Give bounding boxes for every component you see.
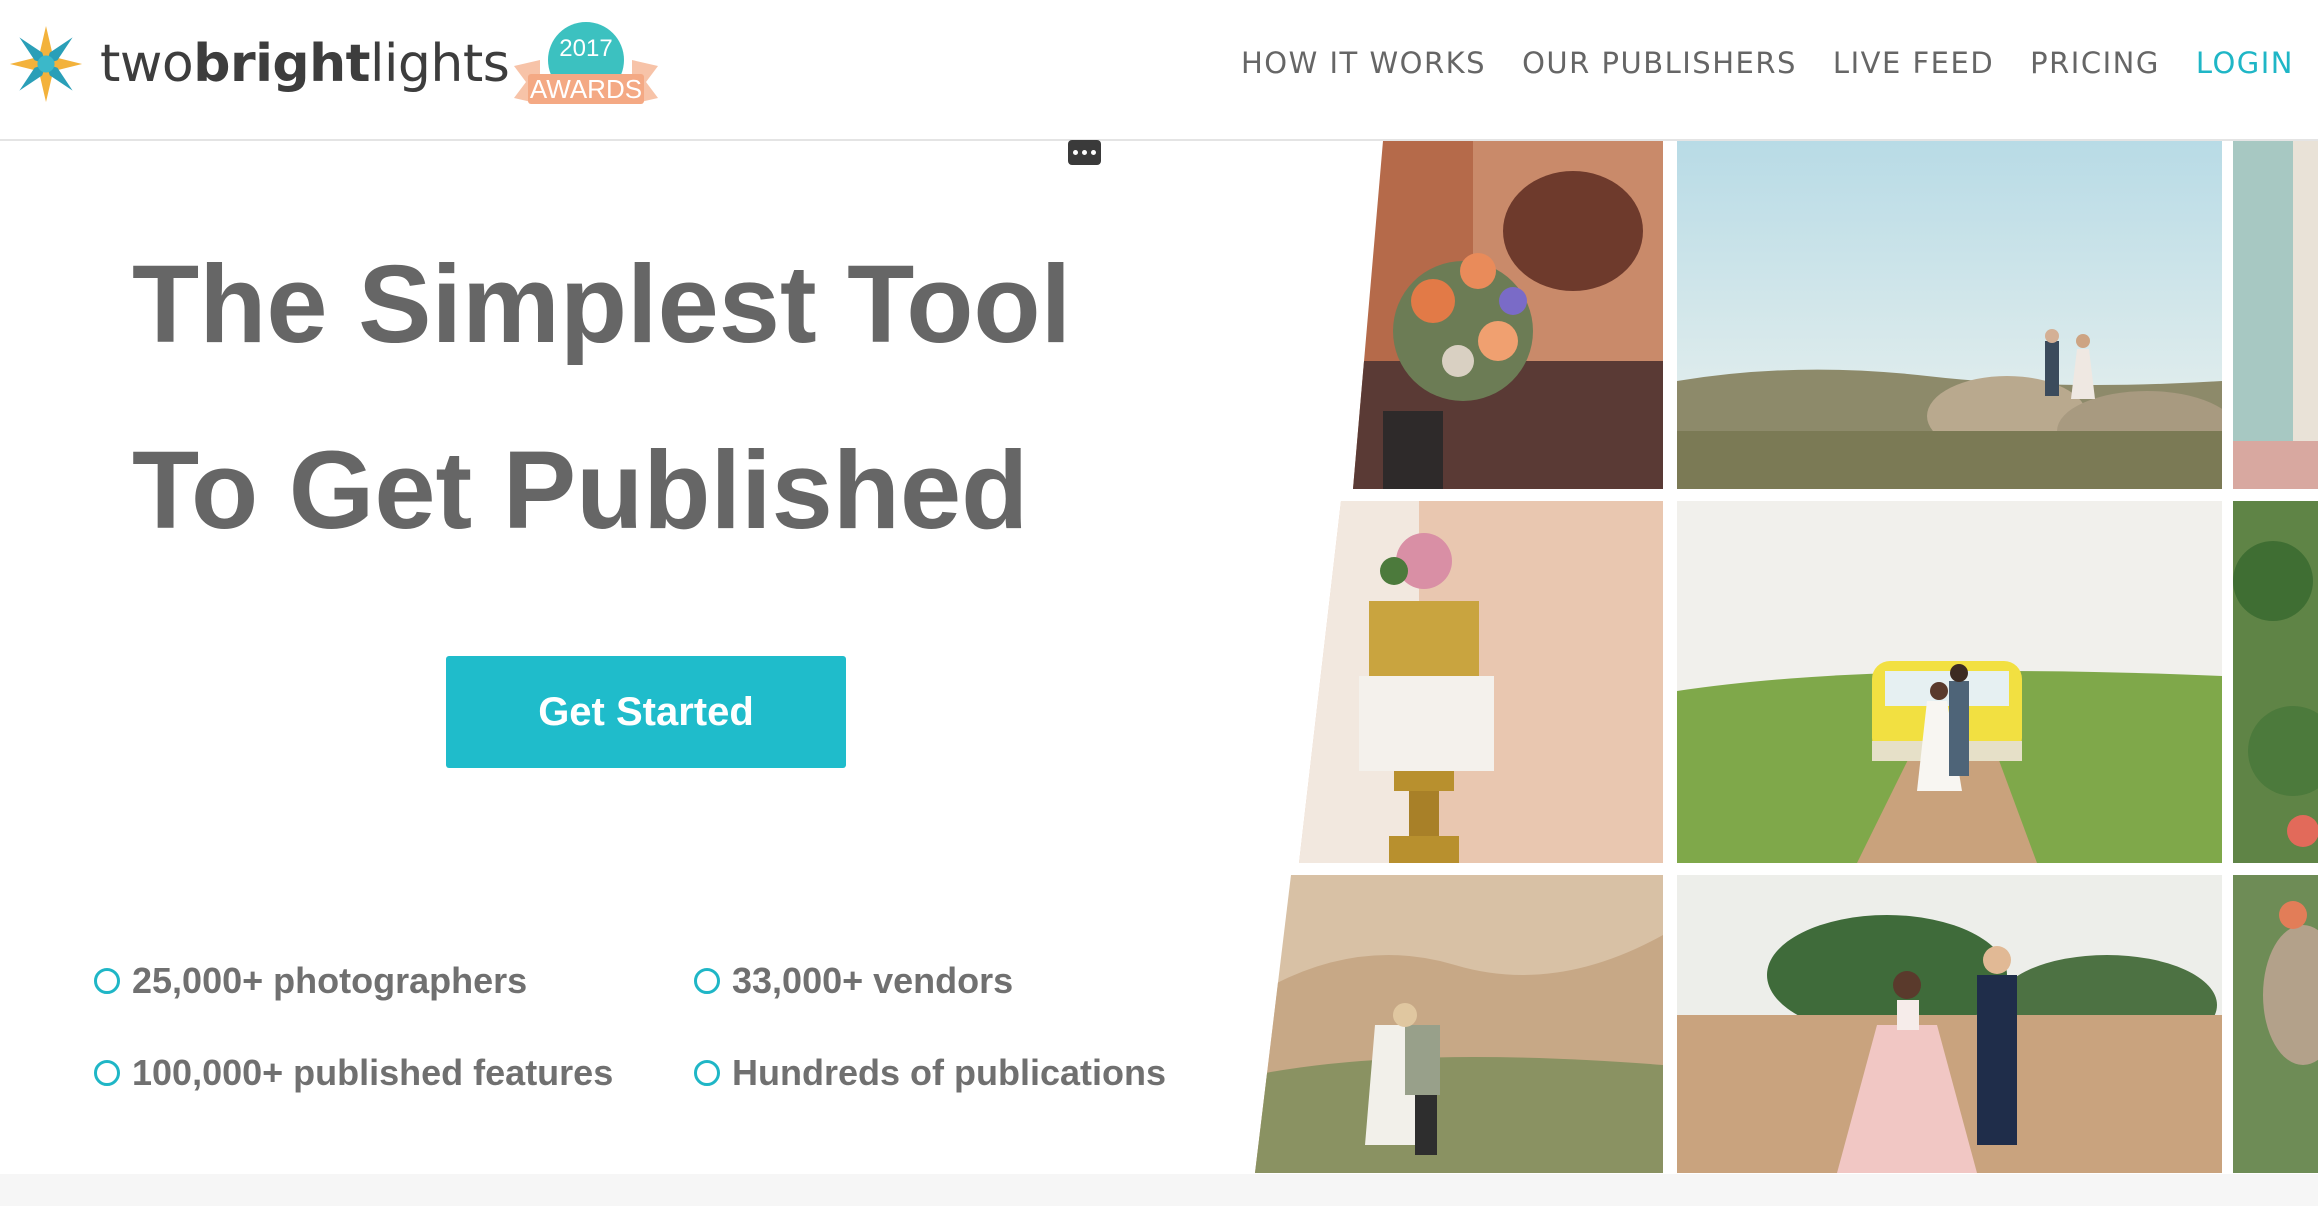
stat-text: 25,000+ photographers (132, 960, 528, 1001)
photo-field-couple (1677, 875, 2222, 1173)
award-badge: 2017 AWARDS (510, 20, 662, 110)
nav-live-feed[interactable]: LIVE FEED (1833, 46, 1994, 80)
stat-text: 33,000+ vendors (732, 960, 1014, 1001)
stat-item: Hundreds of publications (694, 1052, 1166, 1094)
circle-bullet-icon (94, 968, 120, 994)
photo-collage (1255, 141, 2318, 1173)
logo[interactable]: twobrightlights (8, 24, 510, 104)
site-header: twobrightlights 2017 AWARDS HOW IT WORKS… (0, 0, 2318, 141)
logo-word-bright: bright (193, 34, 371, 94)
hero-headline-line1: The Simplest Tool (132, 243, 1072, 366)
more-dots-icon[interactable] (1068, 140, 1101, 165)
photo-rocks-couple (1255, 875, 1663, 1173)
get-started-button[interactable]: Get Started (446, 656, 846, 768)
circle-bullet-icon (694, 968, 720, 994)
stat-text: 100,000+ published features (132, 1052, 614, 1093)
page-footer-strip (0, 1174, 2318, 1206)
stat-item: 100,000+ published features (94, 1052, 613, 1094)
nav-login[interactable]: LOGIN (2196, 46, 2294, 80)
hero-headline-line2: To Get Published (132, 429, 1029, 552)
nav-pricing[interactable]: PRICING (2030, 46, 2160, 80)
stat-item: 25,000+ photographers (94, 960, 527, 1002)
logo-word-two: two (100, 34, 194, 94)
nav-our-publishers[interactable]: OUR PUBLISHERS (1522, 46, 1797, 80)
photo-bouquet (1353, 141, 1663, 489)
stat-item: 33,000+ vendors (694, 960, 1013, 1002)
photo-van-couple (1677, 501, 2222, 863)
photo-cake (1299, 501, 1663, 863)
logo-wordmark: twobrightlights (100, 38, 510, 90)
main-nav: HOW IT WORKS OUR PUBLISHERS LIVE FEED PR… (1241, 46, 2294, 80)
photo-edge-3 (2233, 875, 2318, 1173)
hero-headline: The Simplest Tool To Get Published (132, 212, 1071, 584)
nav-how-it-works[interactable]: HOW IT WORKS (1241, 46, 1486, 80)
logo-word-lights: lights (370, 34, 510, 94)
photo-desert-couple (1677, 141, 2222, 489)
award-label: AWARDS (530, 74, 642, 104)
photo-edge-2 (2233, 501, 2318, 863)
stat-text: Hundreds of publications (732, 1052, 1167, 1093)
star-burst-icon (9, 26, 83, 102)
award-year: 2017 (559, 35, 612, 62)
circle-bullet-icon (94, 1060, 120, 1086)
circle-bullet-icon (694, 1060, 720, 1086)
photo-edge-1 (2233, 141, 2318, 489)
